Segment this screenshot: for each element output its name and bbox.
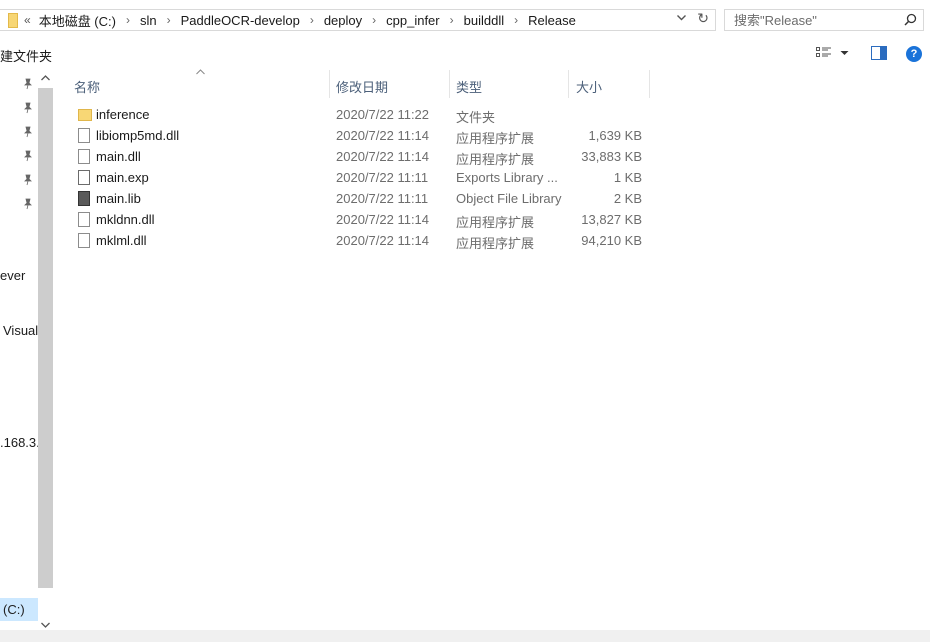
file-row[interactable]: mklml.dll 2020/7/22 11:14 应用程序扩展 94,210 …: [74, 230, 654, 251]
dll-file-icon: [78, 212, 90, 227]
column-divider[interactable]: [449, 70, 450, 98]
breadcrumb-sln[interactable]: sln: [140, 13, 157, 28]
breadcrumb-builddll[interactable]: builddll: [464, 13, 504, 28]
address-bar[interactable]: « 本地磁盘 (C:) › sln › PaddleOCR-develop › …: [0, 9, 716, 31]
chevron-right-icon[interactable]: ›: [126, 13, 130, 27]
file-row[interactable]: libiomp5md.dll 2020/7/22 11:14 应用程序扩展 1,…: [74, 125, 654, 146]
nav-scrollbar[interactable]: [38, 70, 53, 630]
column-headers: 名称 修改日期 类型 大小: [54, 67, 654, 98]
file-date: 2020/7/22 11:14: [336, 233, 430, 248]
file-type: Object File Library: [456, 191, 562, 206]
dll-file-icon: [78, 128, 90, 143]
details-view-icon: [816, 47, 831, 57]
file-name: libiomp5md.dll: [96, 128, 180, 143]
nav-item-label: (C:): [3, 602, 25, 617]
column-header-name[interactable]: 名称: [74, 77, 100, 96]
refresh-icon[interactable]: ↻: [697, 10, 709, 27]
file-date: 2020/7/22 11:14: [336, 149, 430, 164]
file-name: main.lib: [96, 191, 141, 206]
file-size: 94,210 KB: [581, 233, 642, 248]
file-type: 应用程序扩展: [456, 215, 535, 230]
file-name: inference: [96, 107, 150, 122]
file-date: 2020/7/22 11:11: [336, 170, 429, 185]
help-icon[interactable]: ?: [906, 46, 922, 62]
pin-icon[interactable]: [22, 150, 34, 162]
column-divider[interactable]: [649, 70, 650, 98]
address-overflow-button[interactable]: «: [24, 13, 31, 27]
search-box[interactable]: [724, 9, 924, 31]
file-type: Exports Library ...: [456, 170, 558, 185]
file-type: 应用程序扩展: [456, 131, 535, 146]
chevron-right-icon[interactable]: ›: [167, 13, 171, 27]
pin-icon[interactable]: [22, 174, 34, 186]
breadcrumb-release[interactable]: Release: [528, 13, 576, 28]
file-list[interactable]: 名称 修改日期 类型 大小 inference 2020/7/22 11:22 …: [54, 67, 930, 630]
dll-file-icon: [78, 149, 90, 164]
view-options-button[interactable]: [816, 46, 849, 60]
sort-ascending-icon: [196, 67, 205, 78]
chevron-right-icon[interactable]: ›: [372, 13, 376, 27]
chevron-down-icon[interactable]: [840, 49, 849, 57]
file-size: 1,639 KB: [588, 128, 643, 143]
breadcrumb-cpp-infer[interactable]: cpp_infer: [386, 13, 439, 28]
preview-pane-button[interactable]: [871, 46, 887, 63]
file-date: 2020/7/22 11:11: [336, 191, 429, 206]
preview-pane-icon: [871, 46, 887, 60]
exp-file-icon: [78, 170, 90, 185]
column-divider[interactable]: [329, 70, 330, 98]
nav-item[interactable]: ever: [0, 268, 25, 283]
nav-item-selected[interactable]: (C:): [0, 598, 38, 621]
file-size: 1 KB: [613, 170, 642, 185]
breadcrumb-paddleocr-develop[interactable]: PaddleOCR-develop: [181, 13, 300, 28]
scroll-down-icon[interactable]: [41, 622, 50, 628]
nav-item[interactable]: .168.3.: [0, 435, 38, 450]
breadcrumb-deploy[interactable]: deploy: [324, 13, 362, 28]
file-row[interactable]: main.dll 2020/7/22 11:14 应用程序扩展 33,883 K…: [74, 146, 654, 167]
file-name: mklml.dll: [96, 233, 147, 248]
search-input[interactable]: [734, 12, 904, 28]
chevron-down-icon[interactable]: [676, 12, 687, 26]
chevron-right-icon[interactable]: ›: [310, 13, 314, 27]
file-type: 应用程序扩展: [456, 236, 535, 251]
navigation-pane[interactable]: ever Visual .168.3.: [0, 70, 38, 630]
file-date: 2020/7/22 11:22: [336, 107, 430, 122]
pin-icon[interactable]: [22, 102, 34, 114]
breadcrumb-local-disk[interactable]: 本地磁盘 (C:): [39, 11, 116, 30]
file-date: 2020/7/22 11:14: [336, 212, 430, 227]
file-row[interactable]: mkldnn.dll 2020/7/22 11:14 应用程序扩展 13,827…: [74, 209, 654, 230]
file-name: main.dll: [96, 149, 141, 164]
pin-icon[interactable]: [22, 78, 34, 90]
file-size: 33,883 KB: [581, 149, 642, 164]
nav-item[interactable]: Visual: [3, 323, 38, 338]
file-size: 13,827 KB: [581, 212, 642, 227]
pin-icon[interactable]: [22, 198, 34, 210]
folder-icon: [8, 12, 18, 28]
status-bar: [0, 630, 930, 642]
chevron-right-icon[interactable]: ›: [514, 13, 518, 27]
chevron-right-icon[interactable]: ›: [450, 13, 454, 27]
scroll-up-icon[interactable]: [41, 75, 50, 81]
column-header-type[interactable]: 类型: [456, 77, 482, 96]
file-type: 应用程序扩展: [456, 152, 535, 167]
folder-icon: [78, 109, 92, 121]
column-header-size[interactable]: 大小: [576, 77, 602, 96]
file-size: 2 KB: [613, 191, 642, 206]
pin-icon[interactable]: [22, 126, 34, 138]
file-name: main.exp: [96, 170, 149, 185]
file-type: 文件夹: [456, 110, 496, 125]
file-row[interactable]: inference 2020/7/22 11:22 文件夹: [74, 104, 654, 125]
new-folder-button[interactable]: 建文件夹: [0, 46, 52, 65]
scrollbar-thumb[interactable]: [38, 88, 53, 588]
file-name: mkldnn.dll: [96, 212, 155, 227]
file-row[interactable]: main.lib 2020/7/22 11:11 Object File Lib…: [74, 188, 654, 209]
column-header-date[interactable]: 修改日期: [336, 77, 388, 96]
column-divider[interactable]: [568, 70, 569, 98]
file-row[interactable]: main.exp 2020/7/22 11:11 Exports Library…: [74, 167, 654, 188]
lib-file-icon: [78, 191, 90, 206]
dll-file-icon: [78, 233, 90, 248]
search-icon[interactable]: [904, 13, 917, 26]
file-date: 2020/7/22 11:14: [336, 128, 430, 143]
